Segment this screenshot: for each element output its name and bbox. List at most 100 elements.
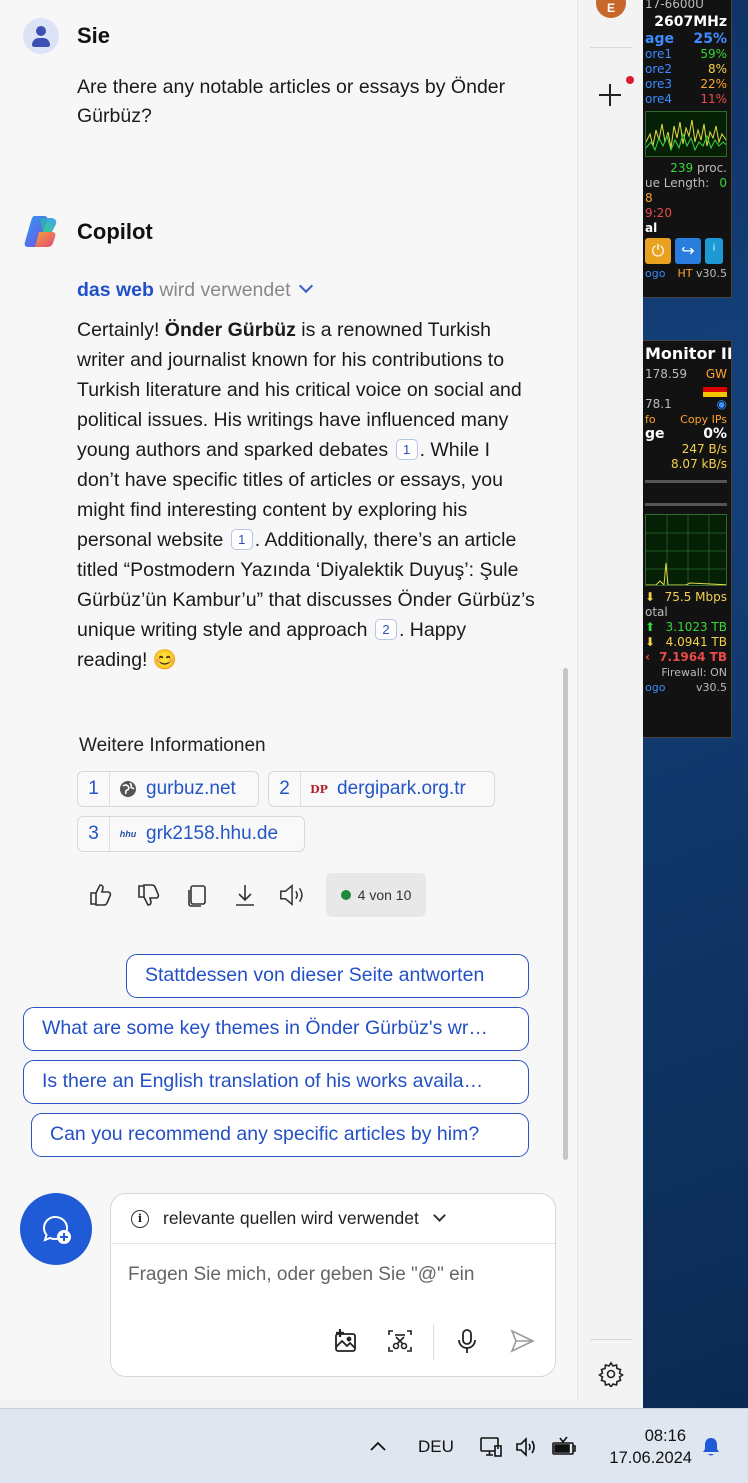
core-row: ore3 22% <box>641 77 731 92</box>
gadget-logo-link[interactable]: ogo <box>645 680 665 695</box>
citation-badge[interactable]: 1 <box>230 529 253 550</box>
flag-icon <box>641 382 731 397</box>
dergipark-logo: DP <box>310 782 328 796</box>
suggestion-chip[interactable]: What are some key themes in Önder Gürbüz… <box>23 1007 529 1051</box>
ip-row: 78.1 ◉ <box>641 397 731 412</box>
citation-badge[interactable]: 2 <box>374 619 397 640</box>
proc-count: 239 <box>670 161 694 175</box>
core-row: ore2 8% <box>641 62 731 77</box>
copy-ips-link[interactable]: Copy IPs <box>680 412 727 427</box>
core-label: ore3 <box>645 77 673 91</box>
source-link[interactable]: 3 hhu grk2158.hhu.de <box>77 816 305 852</box>
answer-bold: Önder Gürbüz <box>164 319 296 341</box>
answer-text: Certainly! <box>77 319 165 341</box>
speed-value: 75.5 Mbps <box>664 590 727 604</box>
battery-icon[interactable] <box>550 1409 578 1483</box>
network-icon[interactable] <box>478 1409 504 1483</box>
info-row: fo Copy IPs <box>641 412 731 427</box>
cpu-graph <box>645 111 727 157</box>
version-label: v30.5 <box>695 681 727 694</box>
send-icon[interactable] <box>507 1326 537 1356</box>
download-rate: 8.07 kB/s <box>670 457 727 471</box>
cpu-meter-gadget: 17-6600U 2607MHz age 25% ore1 59% ore2 8% … <box>640 0 732 298</box>
mode-selector[interactable]: i relevante quellen wird verwendet <box>111 1194 555 1244</box>
target-icon[interactable]: ◉ <box>717 397 727 412</box>
chevron-down-icon <box>432 1209 446 1222</box>
cpu-model: 17-6600U <box>645 0 704 11</box>
usage-value: 25% <box>693 32 727 47</box>
logoff-icon[interactable]: ↪ <box>675 238 701 264</box>
cpu-frequency: 2607MHz <box>654 14 727 30</box>
gadget-footer: ogo v30.5 <box>641 680 731 695</box>
add-icon[interactable] <box>599 84 621 106</box>
clock-date: 17.06.2024 <box>609 1449 692 1467</box>
speaker-icon[interactable] <box>278 880 308 910</box>
usage-label: ge <box>645 427 665 442</box>
bandwidth-bar <box>645 480 727 506</box>
source-status: wird verwendet <box>153 279 291 301</box>
status-dot <box>340 890 351 900</box>
info-icon[interactable]: ⁱ <box>705 238 723 264</box>
notification-dot <box>626 76 634 84</box>
clock-time: 08:16 <box>644 1427 686 1445</box>
rail-divider <box>590 47 632 48</box>
power-icon[interactable]: ⏻ <box>645 238 671 264</box>
gadget-line: 9:20 <box>645 206 672 220</box>
gadget-buttons: ⏻ ↪ ⁱ <box>641 236 731 266</box>
queue-label: ue Length: <box>645 176 710 190</box>
taskbar: DEU 08:16 17.06.2024 <box>0 1408 748 1483</box>
new-chat-button[interactable] <box>20 1193 92 1265</box>
cpu-usage-row: age 25% <box>641 32 731 47</box>
total-row: ‹ 7.1964 TB <box>645 650 727 664</box>
counter-text: 4 von 10 <box>357 887 412 903</box>
upload-rate: 247 B/s <box>681 442 727 456</box>
copy-icon[interactable] <box>182 880 212 910</box>
network-monitor-gadget: Monitor II 178.59 GW 78.1 ◉ fo Copy IPs ge 0… <box>640 340 732 738</box>
firewall-status: Firewall: ON <box>661 666 727 679</box>
source-toggle[interactable]: das web wird verwendet <box>77 278 313 302</box>
source-link[interactable]: 2 DP dergipark.org.tr <box>268 771 495 807</box>
info-icon: i <box>131 1209 149 1228</box>
citation-badge[interactable]: 1 <box>395 439 418 460</box>
new-chat-icon <box>42 1215 71 1244</box>
chat-area: Sie Are there any notable articles or es… <box>0 0 578 1400</box>
microphone-icon[interactable] <box>452 1326 482 1356</box>
user-avatar-icon <box>23 18 59 54</box>
source-site: dergipark.org.tr <box>337 778 466 799</box>
volume-icon[interactable] <box>514 1409 540 1483</box>
ht-label: HT <box>677 267 693 280</box>
thumbs-down-icon[interactable] <box>134 880 164 910</box>
bell-icon[interactable] <box>700 1409 722 1483</box>
version-label: v30.5 <box>695 267 727 280</box>
language-indicator[interactable]: DEU <box>418 1409 454 1483</box>
chat-input[interactable] <box>128 1264 528 1286</box>
queue-value: 0 <box>719 176 727 190</box>
toolbar-divider <box>433 1324 434 1360</box>
thumbs-up-icon[interactable] <box>86 880 116 910</box>
add-image-icon[interactable] <box>331 1326 361 1356</box>
settings-gear-icon[interactable] <box>598 1361 624 1392</box>
rail-divider <box>590 1339 632 1340</box>
download-icon[interactable] <box>230 880 260 910</box>
suggestion-chip[interactable]: Is there an English translation of his w… <box>23 1060 529 1104</box>
info-link[interactable]: fo <box>645 412 656 427</box>
copilot-name: Copilot <box>77 219 153 244</box>
suggestion-chip[interactable]: Stattdessen von dieser Seite antworten <box>126 954 529 998</box>
source-link[interactable]: 1 gurbuz.net <box>77 771 259 807</box>
user-name: Sie <box>77 23 111 48</box>
core-value: 11% <box>700 92 727 106</box>
taskbar-clock[interactable]: 08:16 17.06.2024 <box>596 1425 692 1469</box>
screenshot-icon[interactable] <box>385 1326 415 1356</box>
ip-address: 178.59 <box>645 367 687 381</box>
suggestion-chip[interactable]: Can you recommend any specific articles … <box>31 1113 529 1157</box>
core-value: 8% <box>707 62 727 76</box>
gadget-logo-link[interactable]: ogo <box>645 266 665 281</box>
chat-composer: i relevante quellen wird verwendet <box>110 1193 556 1377</box>
chat-scrollbar[interactable] <box>563 668 568 1160</box>
copilot-sidebar: Sie Are there any notable articles or es… <box>0 0 643 1408</box>
speed-row: ⬇ 75.5 Mbps <box>645 590 727 604</box>
core-label: ore4 <box>645 92 673 106</box>
hhu-logo: hhu <box>119 829 137 839</box>
gadget-line: al <box>645 221 658 235</box>
chevron-up-icon[interactable] <box>368 1409 388 1483</box>
